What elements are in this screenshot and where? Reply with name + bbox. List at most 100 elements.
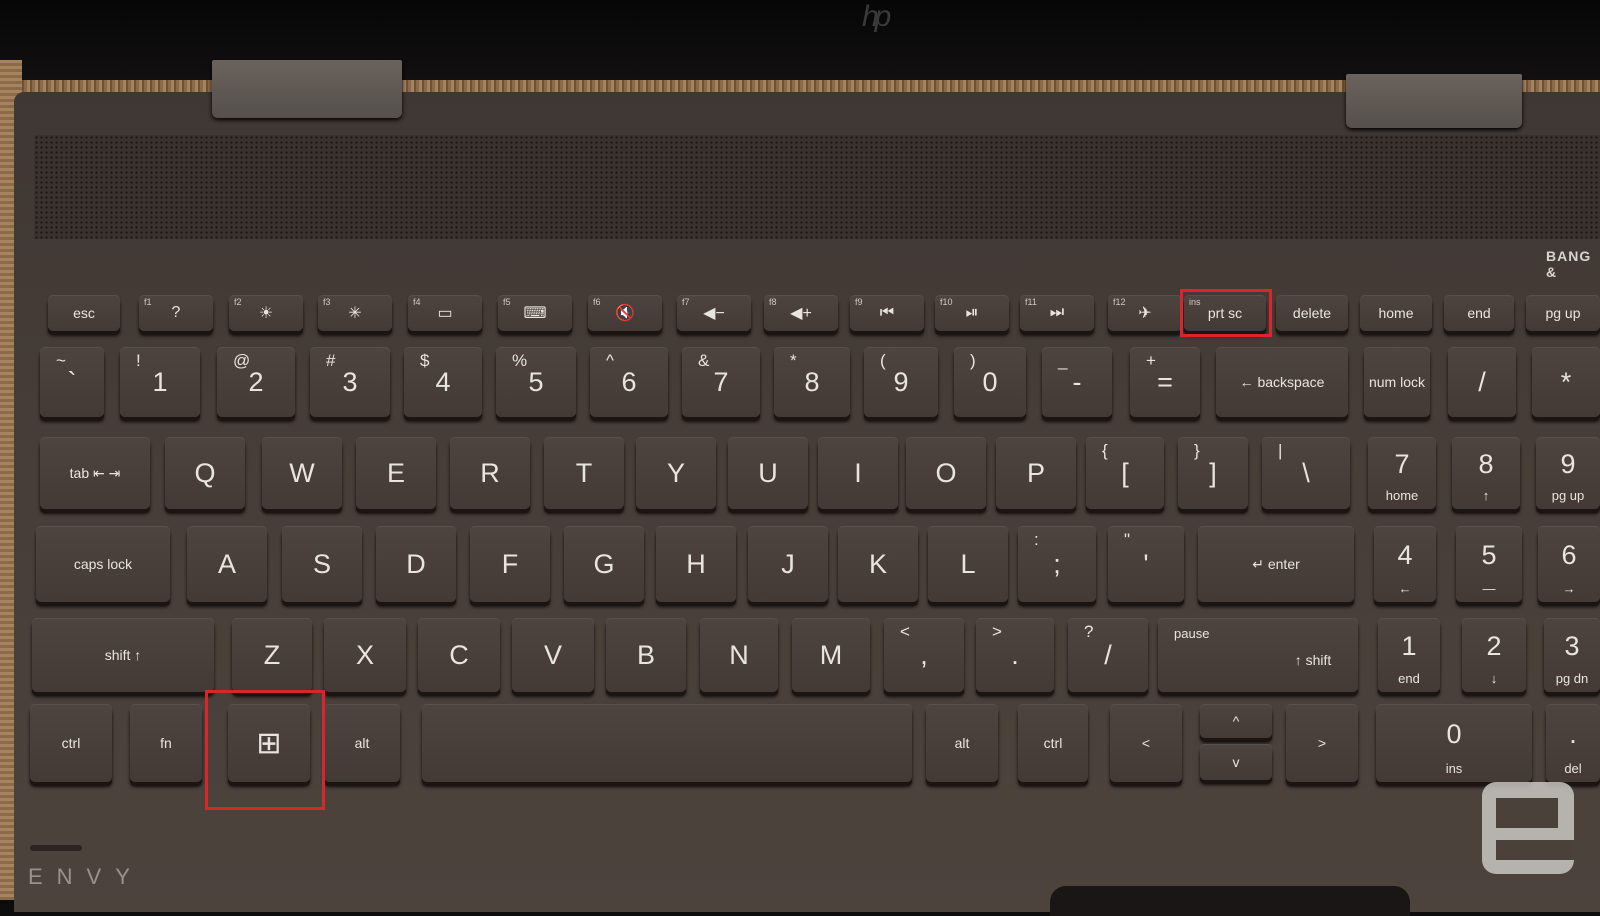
key-function-17[interactable]: pg up — [1526, 295, 1600, 331]
key-bottom-12[interactable]: . del — [1546, 704, 1600, 782]
key-bottom-6[interactable]: ctrl — [1018, 704, 1088, 782]
key-shift-2[interactable]: X — [324, 618, 406, 692]
key-shift-0[interactable]: shift ↑ — [32, 618, 214, 692]
key-shift-8[interactable]: <, — [884, 618, 964, 692]
key-qwerty-11[interactable]: {[ — [1086, 437, 1164, 509]
touchpad[interactable] — [1050, 886, 1410, 916]
key-main-label: , — [920, 639, 928, 670]
key-qwerty-10[interactable]: P — [996, 437, 1076, 509]
key-qwerty-3[interactable]: E — [356, 437, 436, 509]
key-bottom-0[interactable]: ctrl — [30, 704, 112, 782]
key-number-15[interactable]: / — [1448, 347, 1516, 417]
key-home-9[interactable]: L — [928, 526, 1008, 602]
key-function-11[interactable]: f11 ⏭ — [1020, 295, 1094, 331]
key-number-1[interactable]: ! 1 — [120, 347, 200, 417]
key-home-2[interactable]: S — [282, 526, 362, 602]
key-home-15[interactable]: 6 → — [1538, 526, 1600, 602]
key-qwerty-0[interactable]: tab ⇤ ⇥ — [40, 437, 150, 509]
key-function-14[interactable]: delete — [1276, 295, 1348, 331]
key-qwerty-7[interactable]: U — [728, 437, 808, 509]
key-function-15[interactable]: home — [1360, 295, 1432, 331]
key-qwerty-5[interactable]: T — [544, 437, 624, 509]
key-home-6[interactable]: H — [656, 526, 736, 602]
key-sub-label: end — [1398, 671, 1420, 686]
key-bottom-5[interactable]: alt — [926, 704, 998, 782]
key-function-16[interactable]: end — [1444, 295, 1514, 331]
key-shift-7[interactable]: M — [792, 618, 870, 692]
key-shift-symbol: @ — [233, 351, 251, 370]
key-number-3[interactable]: #3 — [310, 347, 390, 417]
key-number-10[interactable]: ) 0 — [954, 347, 1026, 417]
key-qwerty-9[interactable]: O — [906, 437, 986, 509]
key-home-10[interactable]: :; — [1018, 526, 1096, 602]
key-qwerty-6[interactable]: Y — [636, 437, 716, 509]
key-bottom-4[interactable] — [422, 704, 912, 782]
key-home-8[interactable]: K — [838, 526, 918, 602]
key-number-16[interactable]: * — [1532, 347, 1600, 417]
key-shift-4[interactable]: V — [512, 618, 594, 692]
key-bottom-3[interactable]: alt — [324, 704, 400, 782]
key-qwerty-8[interactable]: I — [818, 437, 898, 509]
key-shift-10[interactable]: ? / — [1068, 618, 1148, 692]
key-function-12[interactable]: f12 ✈ — [1108, 295, 1182, 331]
key-bottom-7[interactable]: < — [1110, 704, 1182, 782]
key-home-7[interactable]: J — [748, 526, 828, 602]
key-shift-1[interactable]: Z — [232, 618, 312, 692]
key-shift-5[interactable]: B — [606, 618, 686, 692]
key-home-3[interactable]: D — [376, 526, 456, 602]
key-qwerty-2[interactable]: W — [262, 437, 342, 509]
key-number-9[interactable]: (9 — [864, 347, 938, 417]
key-home-12[interactable]: ↵ enter — [1198, 526, 1354, 602]
key-function-10[interactable]: f10 ⏯ — [935, 295, 1009, 331]
key-shift-14[interactable]: 3 pg dn — [1544, 618, 1600, 692]
key-shift-11[interactable]: pause ↑ shift — [1158, 618, 1358, 692]
key-number-6[interactable]: ^ 6 — [590, 347, 668, 417]
key-qwerty-14[interactable]: 7 home — [1368, 437, 1436, 509]
key-qwerty-12[interactable]: }] — [1178, 437, 1248, 509]
key-bottom-9[interactable]: v — [1200, 744, 1272, 780]
key-number-7[interactable]: & 7 — [682, 347, 760, 417]
key-shift-9[interactable]: >. — [976, 618, 1054, 692]
key-number-8[interactable]: * 8 — [774, 347, 850, 417]
key-shift-3[interactable]: C — [418, 618, 500, 692]
key-bottom-10[interactable]: > — [1286, 704, 1358, 782]
key-qwerty-16[interactable]: 9 pg up — [1536, 437, 1600, 509]
key-function-3[interactable]: f3 ✳ — [318, 295, 392, 331]
key-number-4[interactable]: $4 — [404, 347, 482, 417]
key-qwerty-15[interactable]: 8 ↑ — [1452, 437, 1520, 509]
key-function-9[interactable]: f9 ⏮ — [850, 295, 924, 331]
key-number-13[interactable]: ← backspace — [1216, 347, 1348, 417]
key-number-0[interactable]: ~ ` — [40, 347, 104, 417]
key-home-11[interactable]: " ' — [1108, 526, 1184, 602]
key-qwerty-13[interactable]: | \ — [1262, 437, 1350, 509]
key-shift-6[interactable]: N — [700, 618, 778, 692]
key-function-2[interactable]: f2 ☀ — [229, 295, 303, 331]
key-number-12[interactable]: + = — [1130, 347, 1200, 417]
key-function-5[interactable]: f5 ⌨ — [498, 295, 572, 331]
key-function-8[interactable]: f8 ◀+ — [764, 295, 838, 331]
key-qwerty-1[interactable]: Q — [165, 437, 245, 509]
key-bottom-8[interactable]: ^ — [1200, 704, 1272, 738]
hinge-right — [1346, 74, 1522, 128]
key-number-5[interactable]: % 5 — [496, 347, 576, 417]
key-function-7[interactable]: f7 ◀− — [677, 295, 751, 331]
key-number-11[interactable]: _ - — [1042, 347, 1112, 417]
key-home-0[interactable]: caps lock — [36, 526, 170, 602]
key-bottom-1[interactable]: fn — [130, 704, 202, 782]
key-qwerty-4[interactable]: R — [450, 437, 530, 509]
key-number-2[interactable]: @2 — [217, 347, 295, 417]
key-home-14[interactable]: 5— — [1456, 526, 1522, 602]
key-shift-12[interactable]: 1 end — [1378, 618, 1440, 692]
key-shift-13[interactable]: 2 ↓ — [1462, 618, 1526, 692]
key-home-5[interactable]: G — [564, 526, 644, 602]
key-function-4[interactable]: f4 ▭ — [408, 295, 482, 331]
key-home-1[interactable]: A — [187, 526, 267, 602]
key-home-4[interactable]: F — [470, 526, 550, 602]
key-function-1[interactable]: f1? — [139, 295, 213, 331]
key-number-14[interactable]: num lock — [1364, 347, 1430, 417]
key-sub-label: ↑ — [1482, 488, 1490, 503]
key-function-6[interactable]: f6 🔇 — [588, 295, 662, 331]
key-home-13[interactable]: 4 ← — [1374, 526, 1436, 602]
key-bottom-11[interactable]: 0 ins — [1376, 704, 1532, 782]
key-function-0[interactable]: esc — [48, 295, 120, 331]
